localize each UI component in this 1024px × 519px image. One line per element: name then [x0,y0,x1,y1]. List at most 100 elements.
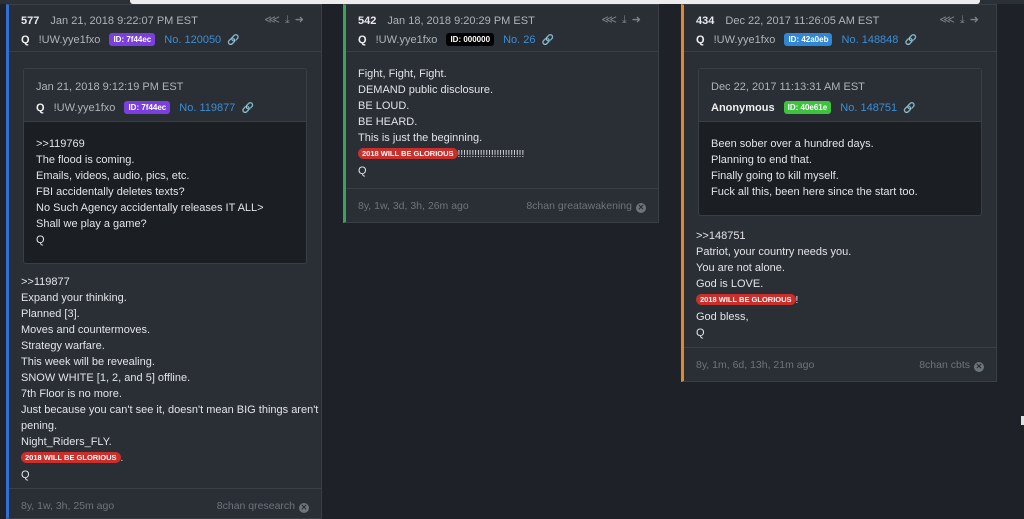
quoted-author-name: Q [36,102,45,114]
link-icon[interactable]: 🔗 [241,100,253,118]
link-icon[interactable]: 🔗 [904,32,916,50]
post-signature: Q [21,469,30,481]
close-circle-icon[interactable]: ✕ [636,203,646,213]
quoted-poster-id-badge[interactable]: ID: 7f44ec [124,101,171,114]
download-icon[interactable]: ⤓ [960,14,970,26]
reply-link[interactable]: >>119877 [21,274,309,290]
reply-link[interactable]: >>148751 [696,228,984,244]
arrow-right-circle-icon[interactable]: ➜ [632,14,646,26]
link-icon[interactable]: 🔗 [903,100,915,118]
post-header: 542 Jan 18, 2018 9:20:29 PM EST Q !UW.yy… [346,5,658,51]
quoted-line: Emails, videos, audio, pics, etc. [36,170,190,182]
post-signature: Q [358,165,367,177]
relative-time: 8y, 1m, 6d, 13h, 21m ago [696,359,815,371]
source-board: 8chan greatawakening ✕ [526,189,646,222]
post-line: Patriot, your country needs you. [696,246,852,258]
poster-id-badge[interactable]: ID: 000000 [446,33,495,46]
glorious-suffix: !!!!!!!!!!!!!!!!!!!!!!!! [457,149,525,160]
quoted-line[interactable]: >>119769 [36,136,294,152]
post-line: Moves and countermoves. [21,324,151,336]
post-footer: 8y, 1w, 3d, 3h, 26m ago 8chan greatawake… [346,188,658,222]
link-icon[interactable]: 🔗 [227,32,239,50]
tripcode: !UW.yye1fxo [713,34,776,46]
poster-id-badge[interactable]: ID: 7f44ec [109,33,156,46]
quoted-post-header: Jan 21, 2018 9:12:19 PM EST Q !UW.yye1fx… [24,69,306,121]
quoted-line: FBI accidentally deletes texts? [36,186,185,198]
quoted-line: Been sober over a hundred days. [711,138,874,150]
glorious-badge: 2018 WILL BE GLORIOUS [358,148,458,159]
glorious-line: 2018 WILL BE GLORIOUS. [21,450,309,467]
close-circle-icon[interactable]: ✕ [974,362,984,372]
post-line: DEMAND public disclosure. [358,84,494,96]
post-line: 7th Floor is no more. [21,388,122,400]
quoted-line: No Such Agency accidentally releases IT … [36,202,264,214]
post-line: BE LOUD. [358,100,410,112]
quoted-post-number-link[interactable]: No. 119877 [179,102,235,114]
share-icon[interactable]: ⋘ [264,14,285,26]
quoted-poster-id-badge[interactable]: ID: 40e61e [783,101,832,114]
post-line: God bless, [696,311,749,323]
poster-id-badge[interactable]: ID: 42a0eb [784,33,833,46]
quoted-tripcode: !UW.yye1fxo [53,102,116,114]
quoted-post-date: Jan 21, 2018 9:12:19 PM EST [36,81,184,93]
post-signature: Q [696,327,705,339]
post-number: 542 [358,15,377,27]
post-number-link[interactable]: No. 120050 [164,34,221,46]
post-card-542: 542 Jan 18, 2018 9:20:29 PM EST Q !UW.yy… [343,4,659,223]
tripcode: !UW.yye1fxo [38,34,101,46]
quoted-post: Jan 21, 2018 9:12:19 PM EST Q !UW.yye1fx… [23,68,307,264]
post-header: 577 Jan 21, 2018 9:22:07 PM EST Q !UW.yy… [9,5,321,51]
post-card-434: 434 Dec 22, 2017 11:26:05 AM EST Q !UW.y… [681,4,997,382]
post-number-link[interactable]: No. 148848 [842,34,899,46]
glorious-badge: 2018 WILL BE GLORIOUS [21,452,121,463]
post-line: BE HEARD. [358,116,418,128]
arrow-right-circle-icon[interactable]: ➜ [970,14,984,26]
author-name: Q [696,34,705,46]
post-line: pening. [21,420,58,432]
post-date: Dec 22, 2017 11:26:05 AM EST [725,15,880,27]
post-number-link[interactable]: No. 26 [503,34,535,46]
download-icon[interactable]: ⤓ [285,14,295,26]
glorious-suffix: ! [795,295,799,306]
post-line: This is just the beginning. [358,132,483,144]
quoted-post-number-link[interactable]: No. 148751 [840,102,897,114]
post-line: God is LOVE. [696,278,764,290]
post-body: >>148751 Patriot, your country needs you… [684,216,996,341]
post-line: Night_Riders_FLY. [21,436,112,448]
tripcode: !UW.yye1fxo [375,34,438,46]
quoted-post-date: Dec 22, 2017 11:13:31 AM EST [711,81,865,93]
post-footer: 8y, 1w, 3h, 25m ago 8chan qresearch ✕ [9,488,321,518]
post-line: You are not alone. [696,262,785,274]
share-icon[interactable]: ⋘ [939,14,960,26]
quoted-post-body: >>119769 The flood is coming. Emails, vi… [24,122,306,258]
post-line: Fight, Fight, Fight. [358,68,447,80]
source-label: 8chan cbts [919,359,970,371]
post-body: >>119877 Expand your thinking. Planned [… [9,264,321,483]
quoted-line: The flood is coming. [36,154,135,166]
post-line: Planned [3]. [21,308,80,320]
post-line: Just because you can't see it, doesn't m… [21,404,322,416]
quoted-line: Fuck all this, been here since the start… [711,186,918,198]
post-line: SNOW WHITE [1, 2, and 5] offline. [21,372,191,384]
post-date: Jan 21, 2018 9:22:07 PM EST [50,15,198,27]
link-icon[interactable]: 🔗 [542,32,554,50]
author-name: Q [21,34,30,46]
post-body: Fight, Fight, Fight. DEMAND public discl… [346,52,658,179]
relative-time: 8y, 1w, 3d, 3h, 26m ago [358,200,469,212]
arrow-right-circle-icon[interactable]: ➜ [295,14,309,26]
source-board: 8chan cbts ✕ [919,348,984,381]
post-line: Strategy warfare. [21,340,105,352]
close-circle-icon[interactable]: ✕ [299,503,309,513]
post-line: This week will be revealing. [21,356,155,368]
author-name: Q [358,34,367,46]
quoted-line: Q [36,234,45,246]
download-icon[interactable]: ⤓ [622,14,632,26]
source-label: 8chan qresearch [216,500,295,512]
share-icon[interactable]: ⋘ [601,14,622,26]
post-footer: 8y, 1m, 6d, 13h, 21m ago 8chan cbts ✕ [684,347,996,381]
glorious-line: 2018 WILL BE GLORIOUS!!!!!!!!!!!!!!!!!!!… [358,146,646,163]
quoted-post-header: Dec 22, 2017 11:13:31 AM EST Anonymous I… [699,69,981,121]
post-number: 577 [21,15,40,27]
glorious-badge: 2018 WILL BE GLORIOUS [696,294,796,305]
quoted-line: Finally going to kill myself. [711,170,839,182]
